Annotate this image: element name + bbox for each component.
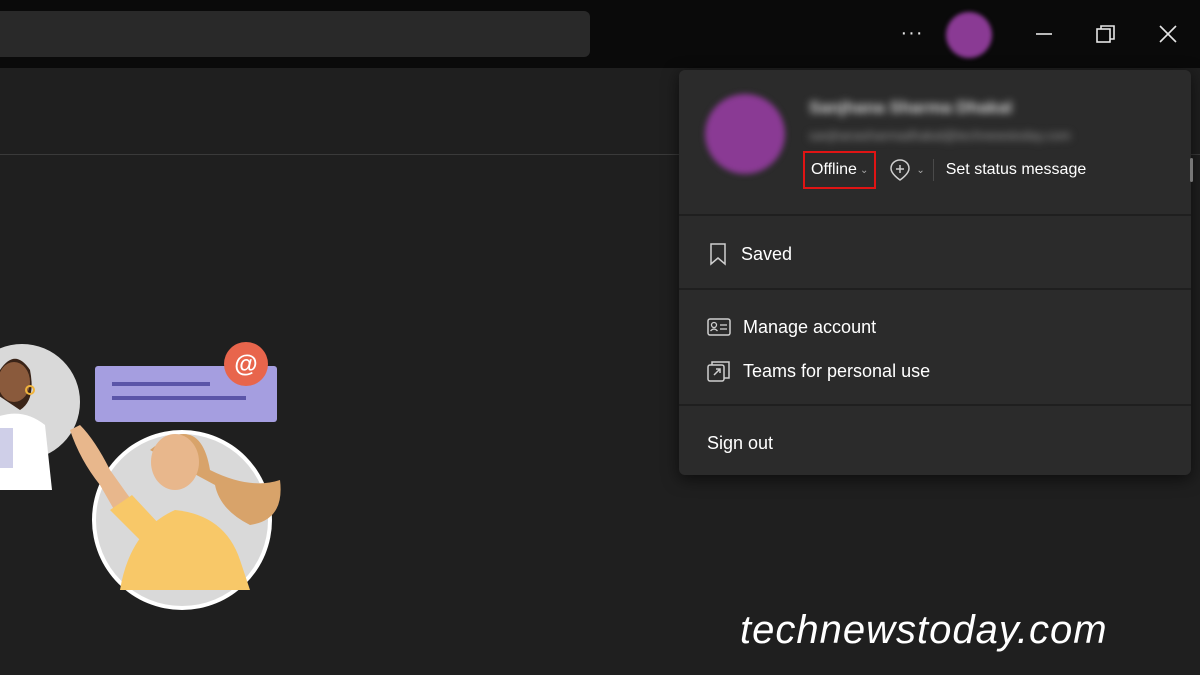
profile-menu-panel: Sanjhana Sharma Dhakal sanjhanasharmadha… xyxy=(679,70,1191,475)
chevron-down-icon: ⌄ xyxy=(859,164,869,176)
profile-picture xyxy=(705,94,785,174)
divider xyxy=(679,404,1191,406)
manage-account-menu-item[interactable]: Manage account xyxy=(707,312,876,342)
title-bar: ··· xyxy=(0,0,1200,68)
chevron-down-icon: ⌄ xyxy=(916,164,925,176)
divider xyxy=(679,288,1191,290)
sign-out-label: Sign out xyxy=(707,432,774,453)
profile-name: Sanjhana Sharma Dhakal xyxy=(809,98,1013,117)
people-illustration: @ xyxy=(0,342,281,610)
saved-label: Saved xyxy=(741,243,793,264)
more-options-button[interactable]: ··· xyxy=(896,14,928,52)
minimize-button[interactable] xyxy=(1024,16,1064,52)
close-button[interactable] xyxy=(1148,16,1188,52)
restore-icon xyxy=(1096,25,1115,43)
close-icon xyxy=(1159,25,1177,43)
open-external-icon xyxy=(707,361,730,382)
scrollbar[interactable] xyxy=(1190,158,1193,182)
restore-button[interactable] xyxy=(1086,16,1126,52)
divider xyxy=(679,214,1191,216)
teams-personal-label: Teams for personal use xyxy=(743,360,931,381)
status-row: Offline ⌄ ⌄ Set status message xyxy=(803,150,1086,190)
location-pin-add-icon xyxy=(890,159,911,181)
sign-out-menu-item[interactable]: Sign out xyxy=(707,428,773,458)
status-label: Offline xyxy=(811,161,857,178)
bookmark-icon xyxy=(710,243,726,266)
minimize-icon xyxy=(1036,33,1052,35)
manage-account-label: Manage account xyxy=(743,316,877,337)
saved-menu-item[interactable]: Saved xyxy=(707,239,792,269)
search-box[interactable] xyxy=(0,11,590,57)
profile-avatar-button[interactable] xyxy=(946,12,992,58)
profile-email: sanjhanasharmadhakal@technewstoday.com xyxy=(809,128,1071,143)
divider xyxy=(932,159,934,181)
svg-text:@: @ xyxy=(234,351,257,378)
watermark: technewstoday.com xyxy=(740,608,1108,652)
teams-personal-menu-item[interactable]: Teams for personal use xyxy=(707,356,930,386)
id-card-icon xyxy=(707,318,731,336)
location-button[interactable]: ⌄ xyxy=(888,158,925,182)
set-status-message-link[interactable]: Set status message xyxy=(946,161,1087,179)
status-dropdown[interactable]: Offline ⌄ xyxy=(803,151,877,189)
